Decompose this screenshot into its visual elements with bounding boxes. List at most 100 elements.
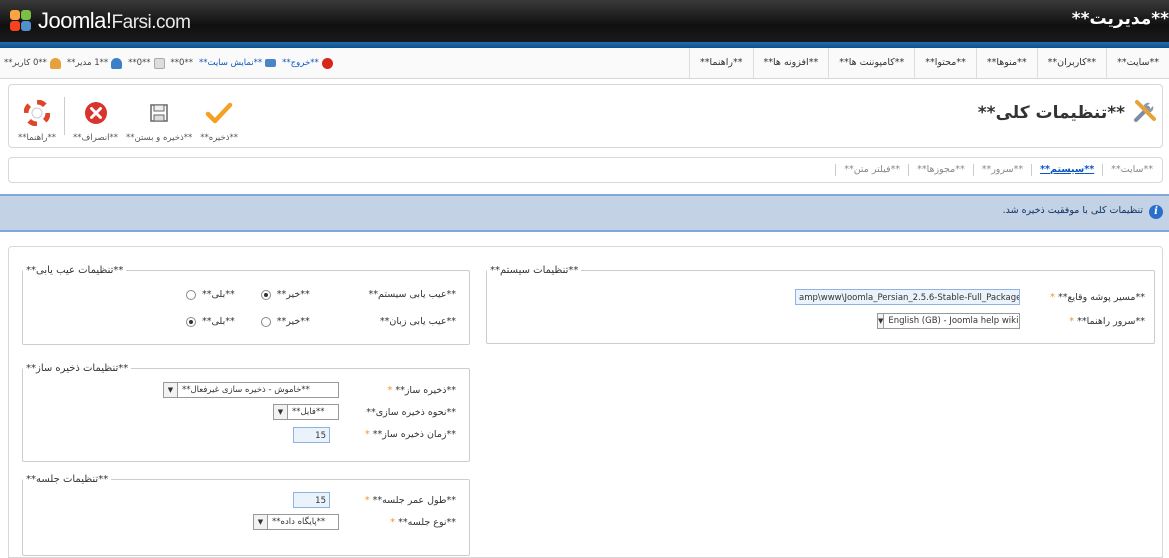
cache-label: **ذخیره ساز**	[395, 384, 456, 396]
cache-time-label: **زمان ذخیره ساز**	[372, 428, 456, 440]
session-lifetime-input[interactable]: 15	[293, 492, 330, 508]
tab-server[interactable]: **سرور**	[972, 164, 1031, 176]
chevron-down-icon: ▼	[254, 515, 268, 529]
menu-item-components[interactable]: **کامپوننت ها**	[828, 48, 914, 78]
messages-icon	[153, 57, 165, 69]
system-debug-yes-radio[interactable]	[186, 289, 196, 300]
system-settings-legend: **تنظیمات سیستم**	[490, 265, 579, 276]
system-debug-options: **خیر** **بلی**	[186, 289, 310, 300]
status-logout-label: **خروج**	[282, 58, 319, 68]
session-settings-legend: **تنظیمات جلسه**	[26, 474, 109, 485]
help-server-label: **سرور راهنما**	[1077, 315, 1145, 327]
debug-settings-legend: **تنظیمات عیب یابی**	[26, 265, 124, 276]
menu-item-users[interactable]: **کاربران**	[1036, 48, 1107, 78]
cache-select[interactable]: ▼ **خاموش - ذخیره سازی غیرفعال**	[163, 382, 339, 398]
admin-title: **مدیریت**	[1071, 9, 1169, 29]
cancel-icon	[82, 99, 110, 127]
session-handler-select[interactable]: ▼ **پایگاه داده**	[253, 514, 339, 530]
status-logout[interactable]: **خروج**	[282, 57, 333, 69]
language-debug-options: **خیر** **بلی**	[186, 316, 310, 327]
language-debug-yes-radio[interactable]	[186, 316, 196, 327]
system-debug-no-radio[interactable]	[260, 289, 271, 300]
help-button[interactable]: **راهنما**	[14, 87, 60, 143]
required-star: *	[1069, 315, 1075, 327]
menu-item-content[interactable]: **محتوا**	[914, 48, 976, 78]
log-path-label: **مسیر پوشه وقایع**	[1057, 291, 1145, 303]
cancel-button[interactable]: **انصراف**	[69, 87, 122, 143]
logo-sub-text: Farsi.com	[111, 12, 191, 33]
system-debug-label: **عیب یابی سیستم**	[368, 288, 457, 300]
system-debug-yes-label: **بلی**	[202, 289, 235, 300]
menu-item-help[interactable]: **راهنما**	[689, 48, 753, 78]
log-path-label-row: **مسیر پوشه وقایع** *	[1050, 287, 1145, 307]
page-title: **تنظیمات کلی**	[977, 103, 1125, 123]
save-close-button[interactable]: **ذخیره و بستن**	[122, 87, 196, 143]
help-server-label-row: **سرور راهنما** *	[1069, 311, 1145, 331]
main-menu: **سایت** **کاربران** **منوها** **محتوا**…	[689, 48, 1169, 78]
status-message-count[interactable]: **0**	[171, 58, 193, 68]
checkmark-icon	[205, 99, 233, 127]
chevron-down-icon: ▼	[274, 405, 288, 419]
cache-time-input[interactable]: 15	[293, 427, 330, 443]
cancel-button-label: **انصراف**	[73, 133, 118, 143]
session-handler-label-row: **نوع جلسه** *	[390, 512, 456, 532]
submenu-tabs: **سایت** **سیستم** **سرور** **مجوزها** *…	[835, 157, 1161, 183]
language-debug-yes-label: **بلی**	[202, 316, 235, 327]
cache-handler-value: **فایل**	[292, 407, 325, 417]
menu-bar: **سایت** **کاربران** **منوها** **محتوا**…	[0, 48, 1169, 79]
save-close-button-label: **ذخیره و بستن**	[126, 133, 193, 143]
session-lifetime-label-row: **طول عمر جلسه** *	[365, 490, 456, 510]
monitor-icon	[265, 59, 277, 67]
status-view-site[interactable]: **نمایش سایت**	[199, 58, 277, 68]
language-debug-no-label: **خیر**	[276, 316, 310, 327]
cache-handler-select[interactable]: ▼ **فایل**	[273, 404, 339, 420]
help-button-label: **راهنما**	[18, 133, 57, 143]
users-icon	[49, 57, 61, 69]
system-debug-label-row: **عیب یابی سیستم**	[369, 284, 457, 304]
log-path-input[interactable]: amp\www\Joomla_Persian_2.5.6-Stable-Full…	[795, 289, 1020, 305]
logout-icon	[321, 57, 333, 69]
save-disk-icon	[145, 99, 173, 127]
cache-label-row: **ذخیره ساز** *	[387, 380, 456, 400]
tab-permissions[interactable]: **مجوزها**	[908, 164, 973, 176]
admins-icon	[111, 57, 123, 69]
status-messages[interactable]: **0**	[128, 57, 165, 69]
toolbar-divider	[64, 97, 66, 135]
logo: Joomla!Farsi.com	[10, 7, 191, 35]
language-debug-label-row: **عیب یابی زبان**	[380, 311, 456, 331]
status-admins[interactable]: **1 مدیر**	[66, 57, 123, 69]
status-messages-label: **0**	[128, 58, 151, 68]
toolbar: **راهنما** **انصراف** **ذخیره و بستن** *…	[14, 87, 242, 143]
cache-handler-label-row: **نحوه ذخیره سازی**	[366, 402, 456, 422]
required-star: *	[390, 516, 396, 528]
required-star: *	[364, 428, 370, 440]
menu-item-menus[interactable]: **منوها**	[975, 48, 1037, 78]
status-users[interactable]: **0 کاربر**	[4, 57, 61, 69]
language-debug-no-radio[interactable]	[260, 316, 271, 327]
tab-site[interactable]: **سایت**	[1102, 164, 1161, 176]
cache-settings-legend: **تنظیمات ذخیره ساز**	[26, 363, 129, 374]
system-debug-no-label: **خیر**	[276, 289, 310, 300]
logo-main-text: Joomla!	[38, 8, 112, 33]
tab-system[interactable]: **سیستم**	[1031, 164, 1102, 176]
lifebuoy-icon	[23, 99, 51, 127]
chevron-down-icon: ▼	[164, 383, 178, 397]
help-server-select[interactable]: ▼ English (GB) - Joomla help wiki	[877, 313, 1020, 329]
system-message	[0, 194, 1169, 232]
cache-time-label-row: **زمان ذخیره ساز** *	[365, 424, 456, 444]
menu-item-extensions[interactable]: **افزونه ها**	[752, 48, 829, 78]
save-button[interactable]: **ذخیره**	[196, 87, 242, 143]
required-star: *	[387, 384, 393, 396]
help-server-value: English (GB) - Joomla help wiki	[888, 316, 1019, 326]
joomla-logo-icon	[10, 10, 32, 32]
menu-item-site[interactable]: **سایت**	[1106, 48, 1169, 78]
info-icon: i	[1149, 205, 1163, 219]
language-debug-label: **عیب یابی زبان**	[379, 315, 456, 327]
status-admins-label: **1 مدیر**	[66, 58, 109, 68]
tab-text-filters[interactable]: **فیلتر متن**	[835, 164, 908, 176]
cache-value: **خاموش - ذخیره سازی غیرفعال**	[182, 385, 310, 395]
save-button-label: **ذخیره**	[200, 133, 238, 143]
status-bar: **0 کاربر** **1 مدیر** **0** **0** **نما…	[4, 48, 333, 78]
cache-handler-label: **نحوه ذخیره سازی**	[366, 406, 456, 418]
tools-icon	[1131, 97, 1159, 125]
